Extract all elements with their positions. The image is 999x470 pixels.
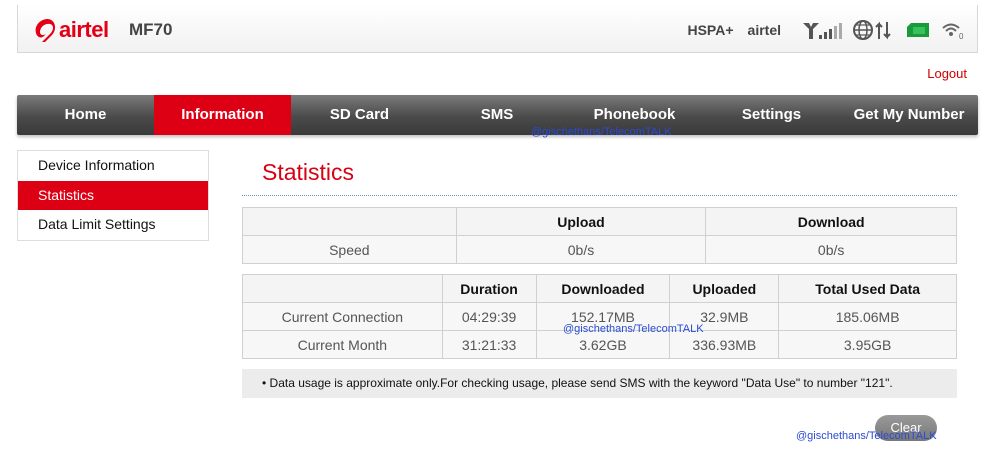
header-upload: Upload [455, 207, 707, 236]
data-usage-note: • Data usage is approximate only.For che… [242, 369, 957, 398]
header-duration: Duration [441, 274, 537, 303]
table-header-row: Upload Download [242, 207, 957, 236]
globe-data-icon [853, 20, 891, 40]
device-model: MF70 [129, 20, 173, 39]
row-label: Current Connection [242, 302, 443, 331]
nav-settings[interactable]: Settings [703, 95, 840, 135]
sidebar-item-data-limit-settings[interactable]: Data Limit Settings [18, 210, 208, 240]
total-cell: 3.95GB [778, 330, 957, 359]
header-download: Download [705, 207, 957, 236]
duration-cell: 31:21:33 [441, 330, 537, 359]
speed-table: Upload Download Speed 0b/s 0b/s [242, 207, 957, 264]
airtel-swoosh-icon [35, 19, 56, 42]
header-downloaded: Downloaded [535, 274, 671, 303]
table-header-row: Duration Downloaded Uploaded Total Used … [242, 274, 957, 303]
download-speed: 0b/s [705, 235, 957, 264]
row-label: Current Month [242, 330, 443, 359]
row-label: Speed [242, 235, 457, 264]
wifi-icon: 0 [942, 23, 964, 40]
header-total-used: Total Used Data [778, 274, 957, 303]
page-title: Statistics [262, 159, 355, 185]
sidebar-item-device-information[interactable]: Device Information [18, 151, 208, 181]
total-cell: 185.06MB [778, 302, 957, 331]
status-bar: HSPA+ airtel 0 [687, 19, 965, 41]
header-cell [242, 207, 457, 236]
carrier-name: airtel [747, 22, 781, 38]
usage-table: Duration Downloaded Uploaded Total Used … [242, 274, 957, 359]
watermark-text: @gischethans/TelecomTALK [531, 126, 672, 138]
nav-sd-card[interactable]: SD Card [291, 95, 428, 135]
wifi-clients-count: 0 [959, 32, 964, 40]
header-uploaded: Uploaded [669, 274, 780, 303]
nav-home[interactable]: Home [17, 95, 154, 135]
upload-speed: 0b/s [455, 235, 707, 264]
table-row: Speed 0b/s 0b/s [242, 235, 957, 264]
top-header: airtel MF70 HSPA+ airtel 0 [17, 5, 978, 53]
sim-card-icon [907, 23, 929, 37]
watermark-text: @gischethans/TelecomTALK [796, 430, 937, 442]
watermark-text: @gischethans/TelecomTALK [563, 323, 704, 335]
airtel-logo: airtel [32, 17, 109, 43]
nav-get-my-number[interactable]: Get My Number [840, 95, 978, 135]
brand-text: airtel [59, 17, 109, 42]
app-root: airtel MF70 HSPA+ airtel 0 Logout Home I… [0, 0, 999, 470]
header-cell [242, 274, 443, 303]
signal-bars-icon [803, 23, 842, 39]
network-type: HSPA+ [687, 22, 734, 38]
sidebar: Device Information Statistics Data Limit… [17, 150, 209, 241]
title-divider [242, 195, 957, 196]
duration-cell: 04:29:39 [441, 302, 537, 331]
logout-link[interactable]: Logout [927, 66, 967, 81]
nav-information[interactable]: Information [154, 95, 291, 135]
main-nav: Home Information SD Card SMS Phonebook S… [17, 95, 978, 135]
sidebar-item-statistics[interactable]: Statistics [18, 180, 208, 210]
